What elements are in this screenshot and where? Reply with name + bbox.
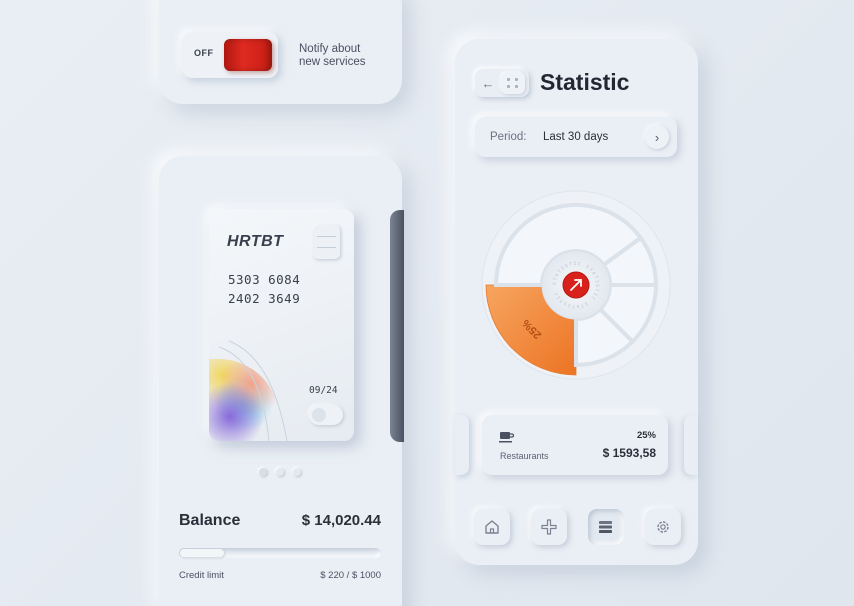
nav-cards-button[interactable] (588, 509, 624, 545)
carousel-dot[interactable] (293, 468, 301, 476)
prev-summary-peek[interactable] (455, 415, 469, 475)
credit-limit-value: $ 220 / $ 1000 (320, 570, 381, 581)
next-card-peek[interactable] (390, 210, 404, 442)
credit-limit-bar (179, 548, 381, 558)
statistic-pie-chart: 25% STATISTIC STATISTIC STATISTIC STATIS… (479, 186, 671, 380)
toggle-state-label: OFF (194, 48, 214, 58)
card-contactless-icon (309, 405, 343, 425)
notify-toggle[interactable]: OFF (182, 32, 278, 78)
notify-line-1: Notify about (299, 43, 361, 55)
notify-description: Notify about new services (299, 43, 365, 69)
nav-settings-button[interactable] (645, 509, 681, 545)
category-percent: 25% (636, 430, 656, 441)
category-name: Restaurants (500, 451, 549, 461)
carousel-dot[interactable] (259, 468, 267, 476)
card-brand-logo: HRTBT (227, 233, 284, 250)
period-label: Period: (490, 131, 527, 143)
settings-icon (657, 521, 669, 533)
card-number-line-1: 5303 6084 (228, 272, 301, 287)
page-title: Statistic (540, 69, 630, 95)
cards-icon (599, 521, 612, 533)
category-amount: $ 1593,58 (602, 446, 656, 460)
back-arrow-icon[interactable]: ← (475, 69, 501, 97)
credit-card[interactable]: HRTBT 5303 6084 2402 3649 09/24 (209, 209, 354, 441)
nav-add-button[interactable] (531, 509, 567, 545)
notify-panel: OFF Notify about new services (159, 0, 402, 104)
statistic-panel: ← Statistic Period: Last 30 days › 25% S… (455, 39, 698, 565)
notify-line-2: new services (299, 56, 366, 68)
pie-chart-svg: 25% STATISTIC STATISTIC STATISTIC STATIS… (479, 186, 671, 380)
period-value: Last 30 days (543, 131, 609, 143)
carousel-dot[interactable] (276, 468, 284, 476)
bottom-nav-bar (474, 509, 684, 545)
credit-limit-fill (180, 549, 224, 557)
next-summary-peek[interactable] (684, 415, 698, 475)
card-panel: HRTBT 5303 6084 2402 3649 09/24 Balance … (159, 156, 402, 606)
card-wave-lines (218, 340, 288, 441)
home-icon (485, 520, 499, 534)
period-selector[interactable]: Period: Last 30 days › (475, 117, 677, 157)
grid-menu-icon[interactable] (501, 72, 525, 94)
card-expiry: 09/24 (309, 385, 338, 396)
header-nav-pill: ← (475, 69, 529, 97)
nav-home-button[interactable] (474, 509, 510, 545)
balance-label: Balance (179, 512, 241, 529)
card-chip-icon (313, 225, 340, 259)
category-summary-card[interactable]: Restaurants 25% $ 1593,58 (482, 415, 668, 475)
chevron-right-icon[interactable]: › (645, 125, 669, 149)
balance-value: $ 14,020.44 (301, 512, 381, 529)
toggle-switch-knob[interactable] (224, 39, 272, 71)
credit-limit-label: Credit limit (179, 570, 224, 581)
coffee-cup-icon (499, 432, 515, 443)
plus-icon (541, 519, 557, 535)
card-number-line-2: 2402 3649 (228, 291, 301, 306)
card-carousel-dots (259, 468, 301, 476)
